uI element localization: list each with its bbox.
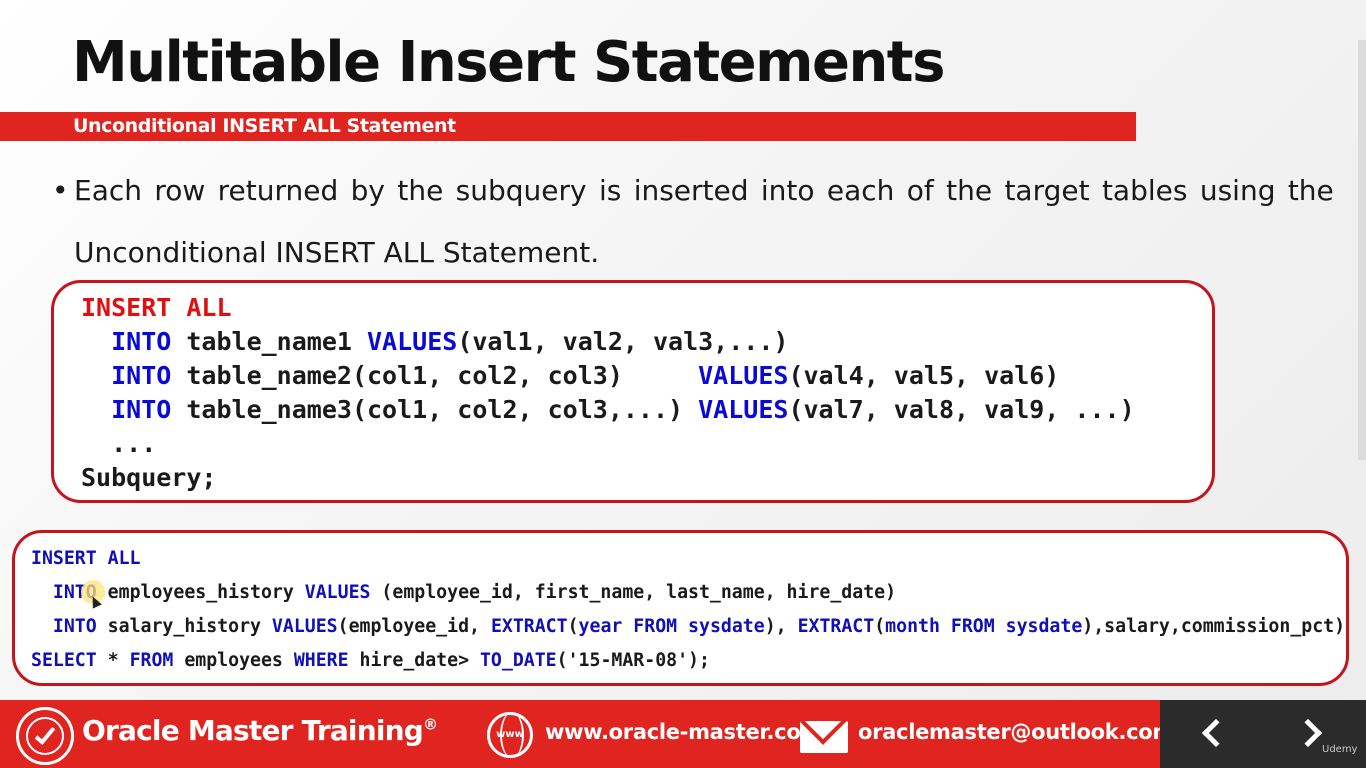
bullet-word: subquery <box>455 174 587 207</box>
example-text: ( <box>567 616 579 637</box>
bullet-line-2: Unconditional INSERT ALL Statement. <box>74 236 600 269</box>
example-text: ),salary,commission_pct) <box>1082 616 1346 637</box>
example-keyword: EXTRACT <box>490 616 568 637</box>
example-keyword: VALUES <box>304 582 371 603</box>
chevron-left-icon <box>1201 718 1231 748</box>
syntax-text: (val4, val5, val6) <box>788 361 1060 390</box>
bullet-word: each <box>826 174 895 207</box>
syntax-keyword: INSERT ALL <box>81 293 232 322</box>
mail-icon <box>800 721 848 753</box>
bullet-word: into <box>760 174 815 207</box>
bullet-word: tables <box>1101 174 1188 207</box>
example-keyword: INTO <box>52 616 97 637</box>
bullet-word: is <box>598 174 622 207</box>
example-keyword: EXTRACT <box>797 616 875 637</box>
bullet-word: target <box>1004 174 1090 207</box>
brand-name: Oracle Master Training® <box>82 714 438 747</box>
bullet-word: row <box>154 174 206 207</box>
example-text: employees <box>173 650 294 671</box>
example-text: ), <box>764 616 798 637</box>
syntax-text: table_name1 <box>171 327 367 356</box>
syntax-text: table_name3(col1, col2, col3,...) <box>171 395 699 424</box>
syntax-text: (val1, val2, val3,...) <box>457 327 789 356</box>
bullet-word: of <box>906 174 934 207</box>
certified-badge-icon <box>16 707 74 765</box>
syntax-text: (val7, val8, val9, ...) <box>788 395 1135 424</box>
example-line: SELECT * FROM employees WHERE hire_date>… <box>31 650 710 671</box>
bullet-line-1: Each row returned by the subquery is ins… <box>74 160 1334 222</box>
example-text: salary_history <box>96 616 272 637</box>
bullet-point: • Each row returned by the subquery is i… <box>52 160 1334 284</box>
syntax-line: INSERT ALL <box>81 293 232 322</box>
scrollbar-track[interactable] <box>1358 40 1366 460</box>
bullet-word: the <box>946 174 993 207</box>
syntax-line: Subquery; <box>81 463 217 492</box>
example-keyword: FROM <box>129 650 174 671</box>
bullet-word: returned <box>217 174 339 207</box>
example-keyword: SELECT <box>31 650 97 671</box>
bullet-dot: • <box>52 174 69 207</box>
example-text: * <box>96 650 130 671</box>
example-code-box: INSERT ALL INTO employees_history VALUES… <box>12 530 1349 686</box>
example-line: INSERT ALL <box>31 548 141 569</box>
example-text: ( <box>874 616 886 637</box>
email-link[interactable]: oraclemaster@outlook.com <box>858 720 1174 744</box>
syntax-line: INTO table_name1 VALUES(val1, val2, val3… <box>81 327 788 356</box>
badge-inner-ring <box>26 717 64 755</box>
bullet-word: inserted <box>633 174 749 207</box>
globe-icon: www <box>487 712 533 758</box>
syntax-keyword: INTO <box>111 395 172 424</box>
bullet-word: the <box>1287 174 1334 207</box>
syntax-text: table_name2(col1, col2, col3) <box>171 361 699 390</box>
syntax-line: INTO table_name2(col1, col2, col3) VALUE… <box>81 361 1059 390</box>
syntax-keyword: VALUES <box>698 361 789 390</box>
bullet-word: by <box>350 174 385 207</box>
example-text: (employee_id, <box>337 616 491 637</box>
example-keyword: month FROM sysdate <box>885 616 1083 637</box>
registered-mark: ® <box>423 715 438 734</box>
example-keyword: year FROM sysdate <box>578 616 765 637</box>
example-text: hire_date> <box>348 650 480 671</box>
udemy-watermark: Udemy <box>1322 744 1358 755</box>
slide-title: Multitable Insert Statements <box>72 30 945 95</box>
bullet-word: Each <box>74 174 142 207</box>
example-text: (employee_id, first_name, last_name, hir… <box>370 582 897 603</box>
subtitle-bar: Unconditional INSERT ALL Statement <box>0 112 1136 141</box>
bullet-word: using <box>1199 174 1276 207</box>
syntax-keyword: INTO <box>111 327 172 356</box>
example-keyword: VALUES <box>271 616 338 637</box>
example-line: INTO salary_history VALUES(employee_id, … <box>31 616 1345 637</box>
syntax-code-box: INSERT ALL INTO table_name1 VALUES(val1,… <box>51 280 1215 503</box>
bullet-word: the <box>397 174 444 207</box>
example-keyword: WHERE <box>293 650 349 671</box>
badge-check-mark <box>34 723 56 745</box>
slide-subtitle: Unconditional INSERT ALL Statement <box>73 115 456 137</box>
chevron-right-icon <box>1293 718 1323 748</box>
syntax-line: INTO table_name3(col1, col2, col3,...) V… <box>81 395 1135 424</box>
example-keyword: TO_DATE <box>479 650 557 671</box>
website-link[interactable]: www.oracle-master.com <box>545 720 822 744</box>
slide-nav-panel: Udemy <box>1160 700 1366 768</box>
syntax-keyword: VALUES <box>367 327 458 356</box>
example-line: INTO employees_history VALUES (employee_… <box>31 582 896 603</box>
example-text: ('15-MAR-08'); <box>556 650 710 671</box>
syntax-keyword: VALUES <box>698 395 789 424</box>
footer-bar: Oracle Master Training® www www.oracle-m… <box>0 700 1366 768</box>
brand-text: Oracle Master Training <box>82 714 424 747</box>
example-text: employees_history <box>96 582 305 603</box>
prev-slide-button[interactable] <box>1198 718 1231 748</box>
example-keyword: INSERT ALL <box>31 548 141 569</box>
syntax-line: ... <box>81 429 157 458</box>
syntax-keyword: INTO <box>111 361 172 390</box>
